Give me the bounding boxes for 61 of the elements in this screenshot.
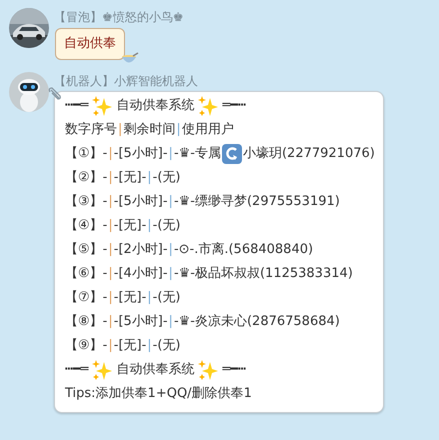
message-text: -[4小时]-	[114, 264, 168, 283]
message-text: -(无)	[152, 288, 181, 307]
pipe-separator: |	[108, 312, 113, 331]
message-text: 数字序号	[65, 120, 117, 139]
pipe-separator: |	[176, 120, 181, 139]
pipe-separator: |	[168, 264, 173, 283]
message-text: -[无]-	[114, 288, 146, 307]
pipe-separator: |	[108, 240, 113, 259]
message-text: -⊙-.市离.(568408840)	[174, 240, 314, 259]
pipe-separator: |	[108, 288, 113, 307]
message-text: 【⑤】-	[65, 240, 108, 259]
message-text: 【②】-	[65, 168, 108, 187]
sender-name: 【机器人】小辉智能机器人	[54, 72, 199, 90]
pipe-separator: |	[118, 120, 122, 139]
message-text: -[无]-	[114, 336, 146, 355]
message-text: ═━┅	[222, 360, 246, 379]
message-text: Tips:添加供奉1+QQ/删除供奉1	[65, 384, 252, 403]
message-text: -♛-专属	[174, 144, 221, 163]
pipe-separator: |	[147, 336, 152, 355]
message-text: 【⑧】-	[65, 312, 108, 331]
message-text: 【⑥】-	[65, 264, 108, 283]
message-text: 【⑨】-	[65, 336, 108, 355]
sender-name: 【冒泡】♚愤怒的小鸟♚	[54, 9, 184, 26]
message-text: 【③】-	[65, 192, 108, 211]
message-text: 使用用户	[182, 120, 234, 139]
pipe-separator: |	[168, 192, 173, 211]
message-text: -[无]-	[114, 216, 146, 235]
message-text: 自动供奉系统	[116, 96, 194, 115]
pipe-separator: |	[168, 144, 173, 163]
pipe-separator: |	[147, 168, 152, 187]
message-text: -[5小时]-	[114, 144, 168, 163]
message-text: 【①】-	[65, 144, 108, 163]
message-text: -♛-极品坏叔叔(1125383314)	[174, 264, 353, 283]
message-text: 剩余时间	[123, 120, 176, 139]
message-text: -♛-炎凉未心(2876758684)	[174, 312, 340, 331]
message-text: 【④】-	[65, 216, 108, 235]
message-text: -♛-缥缈寻梦(2975553191)	[174, 192, 340, 211]
pipe-separator: |	[108, 216, 113, 235]
message-text: -[5小时]-	[114, 312, 168, 331]
pipe-separator: |	[168, 312, 173, 331]
message-text: ┅━═	[65, 360, 88, 379]
message-text: -(无)	[152, 336, 181, 355]
pipe-separator: |	[147, 216, 152, 235]
message-text: ═━┅	[222, 96, 246, 115]
message-text: -(无)	[152, 168, 181, 187]
message-bubble: 自动供奉	[55, 28, 125, 60]
pipe-separator: |	[108, 144, 113, 163]
message-text: 【⑦】-	[65, 288, 108, 307]
pipe-separator: |	[168, 240, 173, 259]
message-text: -(无)	[152, 216, 181, 235]
pipe-separator: |	[147, 288, 152, 307]
message-text: -[5小时]-	[114, 192, 168, 211]
pipe-separator: |	[108, 336, 113, 355]
message-text: 小壕玥(2277921076)	[242, 144, 375, 163]
message-text: -[无]-	[114, 168, 146, 187]
pipe-separator: |	[108, 168, 113, 187]
pipe-separator: |	[108, 264, 113, 283]
message-text: ┅━═	[65, 96, 88, 115]
message-text: 自动供奉系统	[116, 360, 194, 379]
pipe-separator: |	[108, 192, 113, 211]
message-text: -[2小时]-	[114, 240, 168, 259]
